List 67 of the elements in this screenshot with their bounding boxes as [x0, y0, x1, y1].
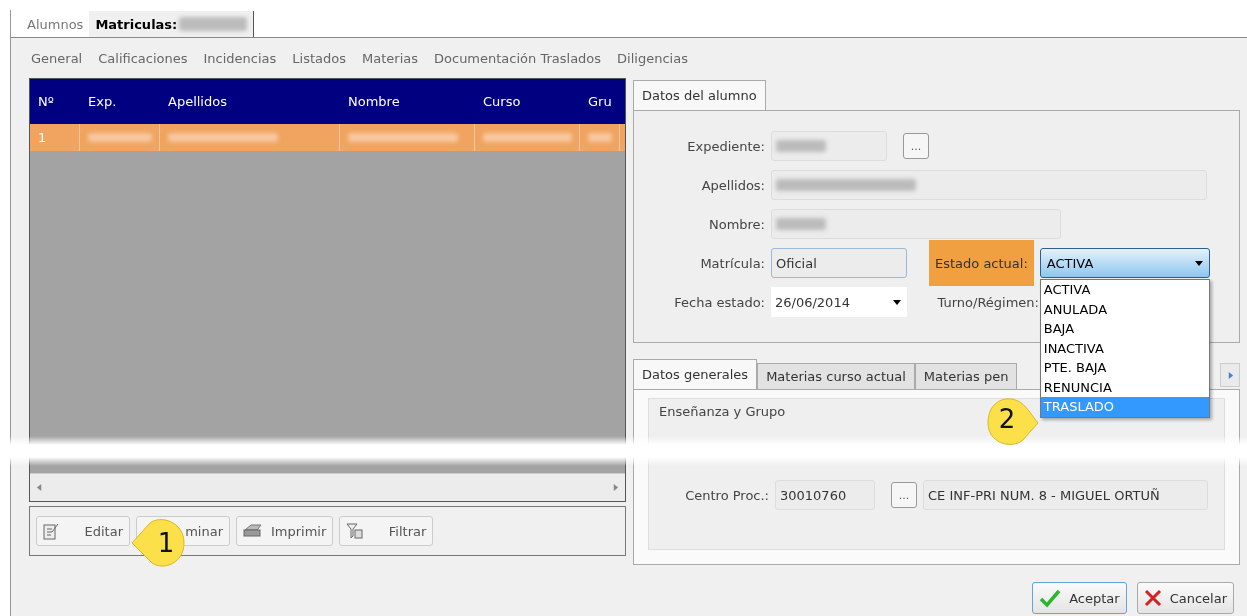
field-label: Estado actual: — [929, 240, 1034, 286]
menu-item[interactable]: Materias — [354, 50, 426, 66]
input-field[interactable]: CE INF-PRI NUM. 8 - MIGUEL ORTUÑ — [923, 480, 1208, 510]
top-tab[interactable]: Alumnos — [21, 11, 90, 37]
field-label: Nombre: — [707, 216, 765, 232]
field-label: Apellidos: — [700, 177, 765, 193]
browse-button[interactable]: ... — [903, 133, 929, 159]
tab-scroll-button[interactable] — [1220, 363, 1240, 387]
redacted-block — [588, 133, 612, 142]
close-icon — [1143, 589, 1162, 607]
dropdown-option[interactable]: INACTIVA — [1040, 338, 1209, 358]
input-field[interactable]: Oficial — [771, 248, 907, 278]
menu-item[interactable]: Documentación Traslados — [426, 50, 610, 66]
menu-item[interactable]: General — [23, 50, 91, 66]
dropdown-option[interactable]: BAJA — [1040, 319, 1209, 339]
horizontal-scrollbar[interactable] — [30, 473, 625, 501]
column-header[interactable]: Curso — [475, 94, 580, 109]
caret-icon — [1194, 259, 1203, 267]
menu-item[interactable]: Listados — [284, 50, 355, 66]
browse-button[interactable]: ... — [891, 482, 917, 508]
input-field[interactable] — [771, 209, 1061, 239]
menu-item[interactable]: Incidencias — [195, 50, 285, 66]
dialog-button[interactable]: Cancelar — [1136, 582, 1234, 614]
dropdown-option[interactable]: ANULADA — [1040, 299, 1209, 319]
dropdown-option[interactable]: RENUNCIA — [1040, 377, 1209, 397]
caret-icon — [893, 298, 901, 306]
scroll-left-icon — [36, 484, 43, 491]
scroll-right-icon — [1226, 371, 1234, 379]
input-field[interactable] — [771, 170, 1207, 200]
field-label: Matrícula: — [699, 255, 765, 271]
field-label: Centro Proc.: — [684, 487, 769, 503]
field-label: Fecha estado: — [673, 294, 765, 310]
dialog-button[interactable]: Aceptar — [1032, 582, 1127, 614]
menu-item[interactable]: Diligencias — [609, 50, 696, 66]
dropdown-option[interactable]: PTE. BAJA — [1040, 358, 1209, 378]
group-title: Enseñanza y Grupo — [659, 404, 786, 419]
printer-icon — [243, 524, 263, 538]
input-field[interactable] — [771, 131, 887, 161]
column-header[interactable]: Apellidos — [160, 94, 340, 109]
redacted-block — [179, 17, 248, 31]
toolbar-button[interactable]: Filtrar — [339, 516, 434, 546]
redacted-block — [776, 140, 826, 152]
column-header[interactable]: Nombre — [340, 94, 475, 109]
menu-item[interactable]: Calificaciones — [90, 50, 196, 66]
toolbar-button[interactable]: Editar — [36, 516, 130, 546]
column-header[interactable]: Gru — [580, 94, 620, 109]
toolbar-button[interactable]: Imprimir — [236, 516, 334, 546]
tab[interactable]: Materias pen — [914, 363, 1018, 389]
filter-icon — [346, 522, 365, 540]
redacted-block — [88, 133, 152, 142]
table-cell: 1 — [38, 130, 47, 145]
input-field[interactable]: 30010760 — [775, 480, 875, 510]
notepad-icon — [43, 522, 59, 540]
scroll-right-icon — [612, 484, 619, 491]
tab[interactable]: Materias curso actual — [757, 363, 915, 389]
date-field[interactable]: 26/06/2014 — [771, 287, 907, 317]
dropdown[interactable]: ACTIVA — [1039, 248, 1210, 278]
column-header[interactable]: Exp. — [80, 94, 160, 109]
column-header[interactable]: Nº — [30, 94, 80, 109]
field-label: Expediente: — [686, 138, 765, 154]
top-tab[interactable]: Matriculas: — [89, 11, 255, 37]
dropdown-option[interactable]: ACTIVA — [1040, 280, 1209, 300]
checkmark-icon — [1039, 588, 1062, 608]
tab[interactable]: Datos generales — [633, 359, 758, 389]
field-label: Turno/Régimen: — [936, 294, 1039, 310]
tab[interactable]: Datos del alumno — [633, 80, 766, 110]
redacted-block — [776, 218, 826, 230]
